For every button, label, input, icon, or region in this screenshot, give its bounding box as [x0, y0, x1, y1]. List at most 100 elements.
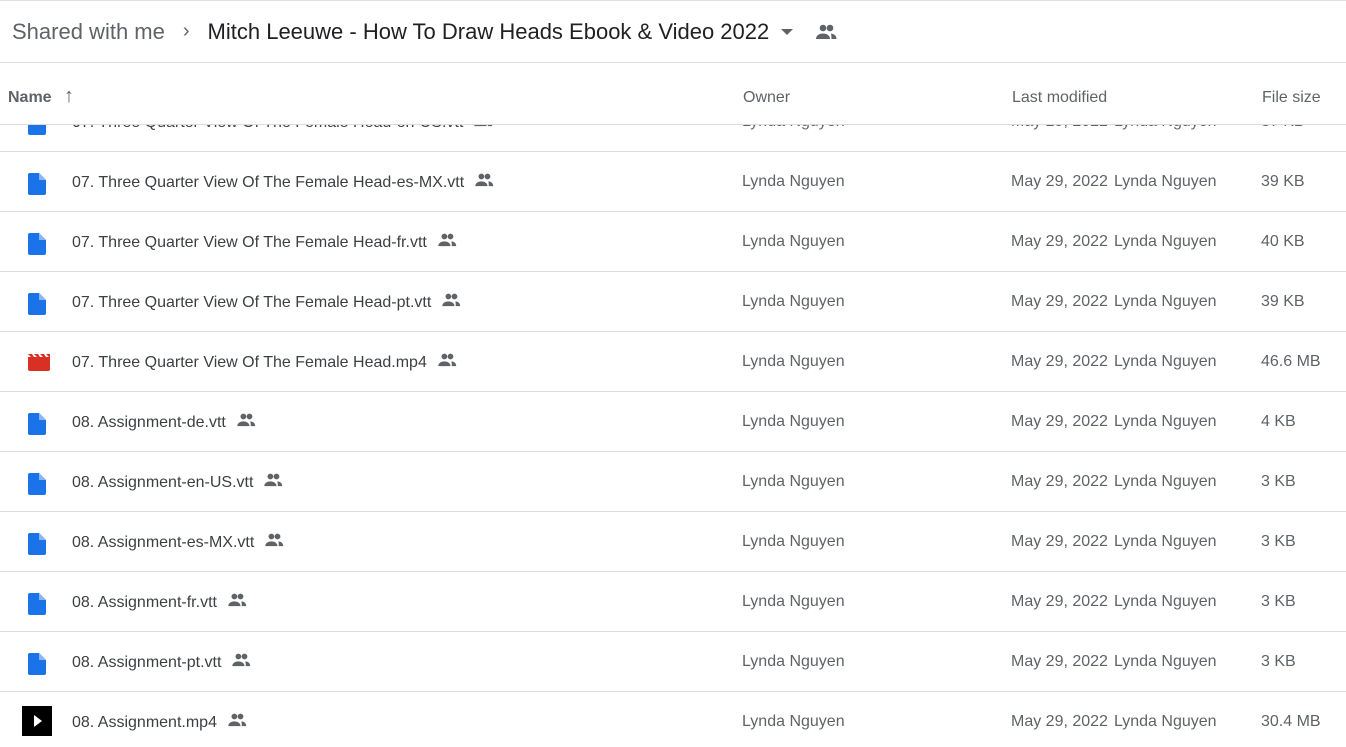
file-size: 3 KB — [1261, 593, 1296, 610]
file-owner: Lynda Nguyen — [742, 353, 845, 370]
file-size: 3 KB — [1261, 653, 1296, 670]
shared-people-icon — [474, 173, 494, 192]
file-name[interactable]: 08. Assignment-fr.vtt — [72, 594, 217, 612]
shared-people-icon[interactable] — [815, 24, 837, 40]
file-name[interactable]: 08. Assignment-es-MX.vtt — [72, 534, 254, 552]
file-size: 4 KB — [1261, 413, 1296, 430]
modified-date: May 29, 2022 — [1011, 353, 1108, 370]
modified-by: Lynda Nguyen — [1113, 653, 1217, 670]
file-owner: Lynda Nguyen — [742, 125, 845, 131]
shared-people-icon — [227, 593, 247, 612]
file-row[interactable]: 07. Three Quarter View Of The Female Hea… — [0, 152, 1346, 212]
file-size: 39 KB — [1261, 293, 1305, 310]
file-list: 07. Three Quarter View Of The Female Hea… — [0, 125, 1346, 747]
file-row[interactable]: 08. Assignment-pt.vtt Lynda Nguyen May 2… — [0, 632, 1346, 692]
file-owner: Lynda Nguyen — [742, 293, 845, 310]
column-owner[interactable]: Owner — [743, 89, 790, 107]
modified-by: Lynda Nguyen — [1113, 293, 1217, 310]
file-owner: Lynda Nguyen — [742, 233, 845, 250]
shared-people-icon — [437, 353, 457, 372]
file-owner: Lynda Nguyen — [742, 533, 845, 550]
modified-by: Lynda Nguyen — [1113, 593, 1217, 610]
document-icon — [28, 293, 46, 320]
breadcrumb: Shared with me › Mitch Leeuwe - How To D… — [0, 1, 1346, 63]
file-name[interactable]: 08. Assignment-de.vtt — [72, 414, 226, 432]
modified-by: Lynda Nguyen — [1113, 413, 1217, 430]
file-row[interactable]: 08. Assignment.mp4 Lynda Nguyen May 29, … — [0, 692, 1346, 747]
file-size: 37 KB — [1261, 125, 1305, 131]
file-row[interactable]: 08. Assignment-de.vtt Lynda Nguyen May 2… — [0, 392, 1346, 452]
file-row[interactable]: 07. Three Quarter View Of The Female Hea… — [0, 272, 1346, 332]
document-icon — [28, 653, 46, 680]
breadcrumb-shared-with-me[interactable]: Shared with me — [12, 19, 165, 45]
file-name[interactable]: 07. Three Quarter View Of The Female Hea… — [72, 234, 427, 252]
shared-people-icon — [264, 533, 284, 552]
file-owner: Lynda Nguyen — [742, 593, 845, 610]
file-name[interactable]: 08. Assignment-pt.vtt — [72, 654, 221, 672]
modified-date: May 29, 2022 — [1011, 293, 1108, 310]
document-icon — [28, 173, 46, 200]
shared-people-icon — [231, 653, 251, 672]
file-name[interactable]: 07. Three Quarter View Of The Female Hea… — [72, 125, 463, 132]
modified-date: May 29, 2022 — [1011, 593, 1108, 610]
modified-date: May 29, 2022 — [1011, 173, 1108, 190]
file-row[interactable]: 07. Three Quarter View Of The Female Hea… — [0, 125, 1346, 152]
file-size: 30.4 MB — [1261, 713, 1321, 730]
file-size: 46.6 MB — [1261, 353, 1321, 370]
modified-date: May 29, 2022 — [1011, 533, 1108, 550]
column-name[interactable]: Name — [8, 89, 52, 107]
modified-by: Lynda Nguyen — [1113, 713, 1217, 730]
shared-people-icon — [441, 293, 461, 312]
file-name[interactable]: 07. Three Quarter View Of The Female Hea… — [72, 294, 431, 312]
chevron-right-icon: › — [182, 20, 190, 42]
file-owner: Lynda Nguyen — [742, 653, 845, 670]
modified-date: May 29, 2022 — [1011, 233, 1108, 250]
file-size: 40 KB — [1261, 233, 1305, 250]
column-file-size[interactable]: File size — [1262, 89, 1321, 107]
breadcrumb-current-folder[interactable]: Mitch Leeuwe - How To Draw Heads Ebook &… — [208, 19, 770, 45]
shared-people-icon — [473, 125, 493, 132]
modified-by: Lynda Nguyen — [1113, 533, 1217, 550]
play-video-icon — [22, 706, 52, 741]
file-size: 3 KB — [1261, 533, 1296, 550]
modified-by: Lynda Nguyen — [1113, 173, 1217, 190]
file-row[interactable]: 08. Assignment-en-US.vtt Lynda Nguyen Ma… — [0, 452, 1346, 512]
file-owner: Lynda Nguyen — [742, 713, 845, 730]
sort-arrow-up-icon[interactable]: ↑ — [64, 85, 74, 108]
modified-by: Lynda Nguyen — [1113, 233, 1217, 250]
modified-by: Lynda Nguyen — [1114, 125, 1217, 130]
modified-date: May 29, 2022 — [1011, 713, 1108, 730]
shared-people-icon — [236, 413, 256, 432]
column-last-modified[interactable]: Last modified — [1012, 89, 1107, 107]
modified-date: May 29, 2022 — [1011, 125, 1108, 130]
shared-people-icon — [263, 473, 283, 492]
file-size: 39 KB — [1261, 173, 1305, 190]
file-row[interactable]: 08. Assignment-es-MX.vtt Lynda Nguyen Ma… — [0, 512, 1346, 572]
modified-by: Lynda Nguyen — [1113, 353, 1217, 370]
file-size: 3 KB — [1261, 473, 1296, 490]
video-file-icon — [28, 353, 50, 376]
modified-date: May 29, 2022 — [1011, 413, 1108, 430]
document-icon — [28, 233, 46, 260]
file-name[interactable]: 08. Assignment-en-US.vtt — [72, 474, 253, 492]
modified-by: Lynda Nguyen — [1113, 473, 1217, 490]
file-name[interactable]: 07. Three Quarter View Of The Female Hea… — [72, 174, 464, 192]
column-header: Name ↑ Owner Last modified File size — [0, 63, 1346, 125]
modified-date: May 29, 2022 — [1011, 653, 1108, 670]
modified-date: May 29, 2022 — [1011, 473, 1108, 490]
document-icon — [28, 125, 46, 140]
document-icon — [28, 413, 46, 440]
document-icon — [28, 473, 46, 500]
file-owner: Lynda Nguyen — [742, 413, 845, 430]
file-name[interactable]: 07. Three Quarter View Of The Female Hea… — [72, 354, 427, 372]
file-owner: Lynda Nguyen — [742, 173, 845, 190]
file-owner: Lynda Nguyen — [742, 473, 845, 490]
dropdown-caret-icon[interactable] — [781, 28, 794, 35]
file-row[interactable]: 08. Assignment-fr.vtt Lynda Nguyen May 2… — [0, 572, 1346, 632]
shared-people-icon — [437, 233, 457, 252]
file-name[interactable]: 08. Assignment.mp4 — [72, 714, 217, 732]
file-row[interactable]: 07. Three Quarter View Of The Female Hea… — [0, 212, 1346, 272]
file-row[interactable]: 07. Three Quarter View Of The Female Hea… — [0, 332, 1346, 392]
shared-people-icon — [227, 713, 247, 732]
document-icon — [28, 593, 46, 620]
